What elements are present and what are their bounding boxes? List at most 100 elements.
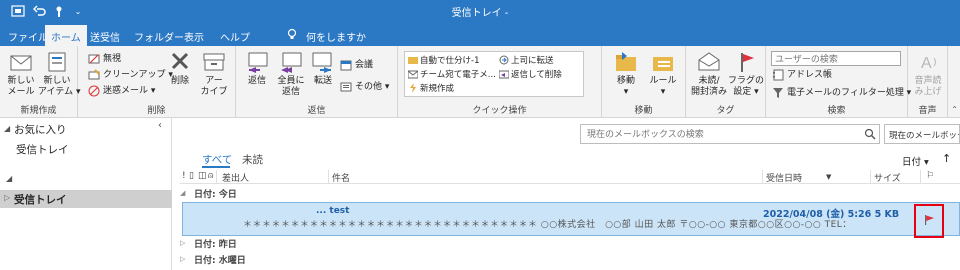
group-label-quick-steps: クイック操作: [472, 106, 527, 116]
more-icon: [340, 81, 352, 93]
forward-icon: [310, 50, 336, 74]
collapse-ribbon-icon[interactable]: ⌃: [951, 105, 958, 114]
rules-icon: [650, 50, 676, 74]
new-mail-button[interactable]: 新しい メール: [4, 50, 38, 98]
window-title: 受信トレイ -: [451, 8, 509, 19]
collapse-pane-icon[interactable]: ‹: [158, 120, 162, 131]
address-book-button[interactable]: アドレス帳: [772, 68, 832, 82]
attachment-column-icon[interactable]: ⍝: [208, 171, 213, 181]
read-aloud-icon: A: [915, 50, 941, 74]
sort-by-date[interactable]: 日付 ▾: [902, 154, 929, 168]
importance-column-icon[interactable]: !: [182, 171, 186, 181]
archive-button[interactable]: アー カイブ: [196, 50, 232, 98]
group-label-delete: 削除: [147, 106, 166, 116]
reply-icon: [244, 50, 270, 74]
lightbulb-icon: [286, 28, 298, 40]
column-size[interactable]: サイズ: [874, 171, 901, 184]
group-new: 新しい メール 新しい アイテム ▾ 新規作成: [0, 46, 80, 118]
calendar-icon: [340, 59, 352, 71]
reply-all-button[interactable]: 全員に 返信: [274, 50, 308, 98]
inbox-folder[interactable]: 受信トレイ: [14, 192, 67, 207]
favorite-inbox[interactable]: 受信トレイ: [16, 142, 69, 157]
group-header-today[interactable]: ◢ 日付: 今日: [180, 186, 960, 200]
tab-home[interactable]: ホーム: [45, 25, 87, 46]
column-received[interactable]: 受信日時: [766, 171, 802, 184]
group-tags: 未読/ 開封済み フラグの 設定 ▾ タグ: [686, 46, 766, 118]
tab-help[interactable]: ヘルプ: [214, 25, 256, 46]
tell-me-search[interactable]: 何をしますか: [300, 25, 372, 46]
column-separator: [216, 170, 217, 184]
group-label-move: 移動: [634, 106, 653, 116]
read-aloud-button[interactable]: A 音声読 み上げ: [910, 50, 946, 98]
tab-view[interactable]: 表示: [178, 25, 210, 46]
column-from[interactable]: 差出人: [222, 171, 249, 184]
icon-column-icon[interactable]: ▯: [189, 171, 194, 181]
forward-arrow-icon: [499, 55, 509, 65]
junk-icon: [88, 85, 100, 97]
quick-step-auto-sort[interactable]: 自動で仕分け-1: [408, 54, 479, 66]
reply-button[interactable]: 返信: [240, 50, 274, 87]
search-scope-dropdown[interactable]: 現在のメールボックス: [884, 124, 960, 144]
unread-read-button[interactable]: 未読/ 開封済み: [690, 50, 728, 98]
filter-unread[interactable]: 未読: [242, 152, 263, 167]
column-subject[interactable]: 件名: [332, 171, 350, 184]
expand-group-icon[interactable]: ▷: [180, 255, 190, 263]
junk-button[interactable]: 迷惑メール ▾: [88, 84, 155, 98]
sort-direction-icon[interactable]: ↑: [942, 152, 951, 165]
group-respond: 返信 全員に 返信 転送 会議 その他 ▾ 返信: [236, 46, 398, 118]
column-header: ! ▯ ◫ ⍝ 差出人 件名 受信日時 ▼ サイズ ⚐: [180, 170, 960, 184]
reminder-column-icon[interactable]: ◫: [198, 171, 207, 181]
reply-all-icon: [278, 50, 304, 74]
flag-icon[interactable]: [923, 214, 935, 229]
quick-step-to-boss[interactable]: 上司に転送: [499, 54, 554, 66]
favorites-expand-icon[interactable]: ◢: [4, 124, 10, 133]
folder-pane: ◢ お気に入り ‹ 受信トレイ ◢ ▷ 受信トレイ: [0, 118, 172, 270]
tab-send-receive[interactable]: 送受信: [84, 25, 126, 46]
ignore-button[interactable]: 無視: [88, 52, 121, 66]
group-label-speech: 音声: [918, 106, 937, 116]
filter-all[interactable]: すべて: [202, 152, 232, 167]
group-header-yesterday[interactable]: ▷ 日付: 昨日: [180, 236, 960, 250]
cleanup-button[interactable]: クリーンアップ ▾: [88, 68, 173, 82]
follow-up-button[interactable]: フラグの 設定 ▾: [728, 50, 764, 98]
message-row[interactable]: ... test 2022/04/08 (金) 5:26 5 KB ＊＊＊＊＊＊…: [182, 202, 960, 236]
title-bar: ⌄ 受信トレイ -: [0, 0, 960, 22]
forward-button[interactable]: 転送: [308, 50, 338, 87]
search-icon[interactable]: [864, 128, 876, 143]
lightning-icon: [408, 83, 418, 93]
quick-step-reply-delete[interactable]: 返信して削除: [498, 68, 562, 80]
inbox-expand-icon[interactable]: ▷: [4, 193, 10, 202]
column-separator: [920, 170, 921, 184]
move-folder-icon: [613, 50, 639, 74]
folder-icon: [408, 55, 418, 65]
quick-step-team-email[interactable]: チーム宛て電子メ...: [407, 68, 496, 80]
highlight-box: [914, 204, 944, 238]
quick-step-new[interactable]: 新規作成: [408, 82, 454, 94]
move-button[interactable]: 移動 ▾: [610, 50, 642, 98]
flag-column-icon[interactable]: ⚐: [926, 171, 934, 181]
group-label-find: 検索: [827, 106, 846, 116]
favorites-header[interactable]: お気に入り: [14, 122, 67, 137]
message-list: 現在のメールボックス すべて 未読 日付 ▾ ↑ ! ▯ ◫ ⍝ 差出人 件名 …: [172, 118, 960, 270]
group-label-respond: 返信: [307, 106, 326, 116]
new-items-button[interactable]: 新しい アイテム ▾: [38, 50, 80, 98]
group-header-wednesday[interactable]: ▷ 日付: 水曜日: [180, 252, 960, 266]
flag-icon: [733, 50, 759, 74]
reply-delete-icon: [498, 69, 510, 79]
search-people-input[interactable]: [771, 51, 901, 66]
new-mail-icon: [8, 50, 34, 74]
account-expand-icon[interactable]: ◢: [6, 174, 12, 183]
more-respond-button[interactable]: その他 ▾: [340, 80, 389, 94]
delete-button[interactable]: 削除: [166, 50, 194, 87]
filter-email-button[interactable]: 電子メールのフィルター処理 ▾: [772, 86, 911, 100]
message-size: 5 KB: [874, 209, 900, 220]
group-delete: 無視 クリーンアップ ▾ 迷惑メール ▾ 削除 アー カイブ 削除: [78, 46, 236, 118]
filter-icon: [772, 87, 784, 99]
cleanup-icon: [88, 69, 100, 81]
archive-icon: [201, 50, 227, 74]
meeting-button[interactable]: 会議: [340, 58, 373, 72]
rules-button[interactable]: ルール ▾: [646, 50, 680, 98]
mailbox-search-input[interactable]: [580, 124, 880, 144]
collapse-group-icon[interactable]: ◢: [180, 189, 190, 197]
expand-group-icon[interactable]: ▷: [180, 239, 190, 247]
